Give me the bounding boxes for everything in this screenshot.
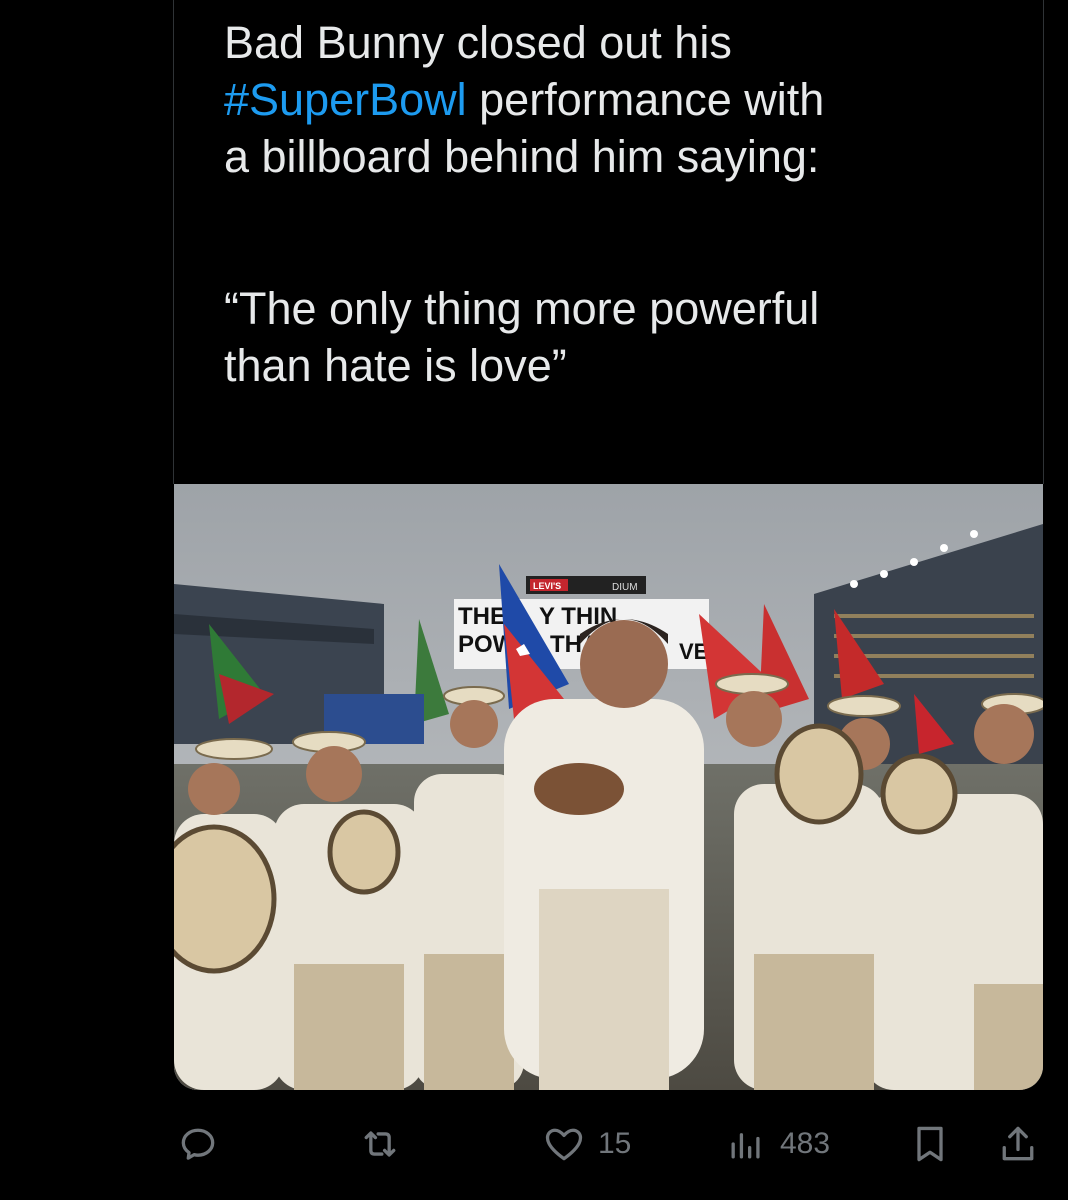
tweet-text: Bad Bunny closed out his #SuperBowl perf… [224,14,1024,394]
stadium-sign-left: LEVI'S [533,581,561,591]
tweet-border-right [1043,0,1044,484]
reply-button[interactable] [176,1122,220,1166]
reply-icon [181,1128,215,1160]
views-icon [731,1133,760,1159]
billboard-text-left-top: THE [458,603,506,630]
tweet-quote-line-1: “The only thing more powerful [224,283,820,334]
retweet-icon [364,1131,396,1157]
like-count: 15 [598,1127,632,1160]
bookmark-icon [917,1126,943,1162]
heart-icon [545,1128,583,1161]
retweet-button[interactable] [358,1122,402,1166]
bookmark-button[interactable] [908,1122,952,1166]
hashtag-link[interactable]: #SuperBowl [224,74,467,125]
tweet-quote-line-2: than hate is love” [224,340,567,391]
views-count: 483 [780,1127,831,1160]
tweet-line-3: a billboard behind him saying: [224,131,820,182]
tweet-line-1: Bad Bunny closed out his [224,14,1024,71]
tweet-media-image[interactable]: LEVI'S DIUM THE POW Y THIN THAN VE [174,484,1043,1090]
tweet-action-bar: 15 483 [0,1110,1068,1180]
tweet-text-segment: Bad Bunny closed out his [224,17,732,68]
tweet-text-segment: performance with [466,74,825,125]
tweet-border-left [173,0,174,484]
performance-photo: LEVI'S DIUM THE POW Y THIN THAN VE [174,484,1043,1090]
share-icon [1002,1126,1034,1161]
views-button[interactable]: 483 [724,1122,830,1166]
stadium-sign-right: DIUM [612,582,638,593]
like-button[interactable]: 15 [542,1122,631,1166]
share-button[interactable] [996,1122,1040,1166]
tweet-line-2: #SuperBowl performance with [224,71,1024,128]
